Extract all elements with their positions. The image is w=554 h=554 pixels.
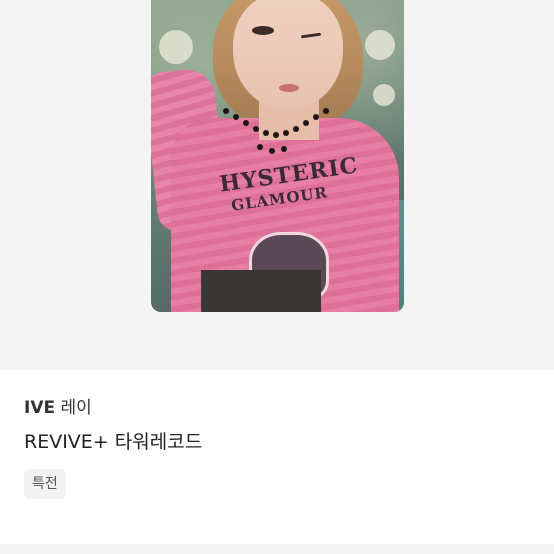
bokeh-light — [159, 30, 193, 64]
photocard-image[interactable]: HYSTERIC GLAMOUR — [151, 0, 404, 312]
product-image-area: HYSTERIC GLAMOUR — [0, 0, 554, 370]
section-divider — [0, 544, 554, 554]
artist-label: IVE 레이 — [24, 396, 92, 420]
necklace — [223, 108, 333, 154]
bokeh-light — [365, 30, 395, 60]
artist-member: 레이 — [60, 398, 92, 418]
bokeh-light — [373, 84, 395, 106]
tag-badge[interactable]: 특전 — [24, 469, 66, 499]
artist-group: IVE — [24, 398, 56, 418]
skirt — [201, 270, 321, 312]
product-title: REVIVE+ 타워레코드 — [24, 431, 203, 453]
left-eye — [252, 26, 274, 35]
lips — [279, 84, 299, 92]
